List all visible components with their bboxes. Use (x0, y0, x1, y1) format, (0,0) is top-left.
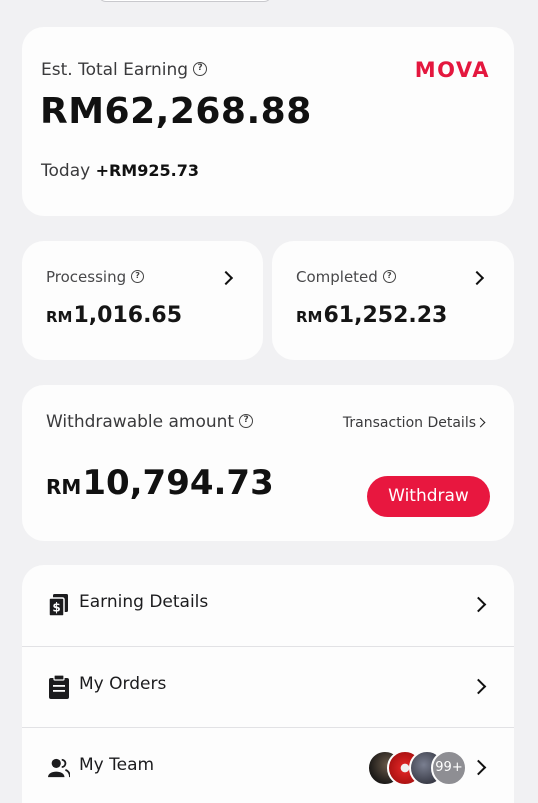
total-earning-heading: Est. Total Earning? (41, 60, 208, 80)
menu-item-my-team[interactable]: My Team 99+ (22, 727, 514, 803)
svg-text:$: $ (52, 601, 60, 615)
help-icon[interactable]: ? (382, 270, 396, 283)
top-bar-partial (0, 0, 538, 2)
search-input-partial[interactable] (98, 0, 272, 2)
chevron-right-icon (470, 596, 487, 613)
menu-item-earning-details[interactable]: $ Earning Details (22, 565, 514, 646)
chevron-right-icon[interactable] (218, 270, 234, 286)
team-count-badge: 99+ (431, 750, 467, 786)
withdraw-button[interactable]: Withdraw (367, 476, 490, 517)
menu-list: $ Earning Details My Orders My Team 99+ (22, 565, 514, 803)
team-icon (48, 758, 70, 778)
menu-item-label: My Orders (79, 674, 167, 694)
team-avatars[interactable]: 99+ (367, 750, 467, 786)
dollar-note-icon: $ (48, 594, 68, 617)
today-earning-value: +RM925.73 (95, 161, 199, 180)
menu-item-label: Earning Details (79, 592, 209, 612)
processing-card[interactable]: Processing? RM1,016.65 (22, 241, 263, 360)
withdrawable-amount: RM10,794.73 (46, 463, 274, 503)
processing-heading: Processing? (46, 268, 145, 286)
completed-heading: Completed? (296, 268, 396, 286)
help-icon[interactable]: ? (131, 270, 145, 283)
total-earning-card: Est. Total Earning? MOVA RM62,268.88 Tod… (22, 27, 514, 216)
today-earning: Today +RM925.73 (41, 161, 199, 181)
help-icon[interactable]: ? (239, 414, 254, 428)
completed-card[interactable]: Completed? RM61,252.23 (272, 241, 514, 360)
withdrawable-card: Withdrawable amount? Transaction Details… (22, 385, 514, 541)
brand-logo: MOVA (414, 58, 490, 82)
completed-amount: RM61,252.23 (296, 303, 448, 328)
processing-amount: RM1,016.65 (46, 303, 183, 328)
menu-item-my-orders[interactable]: My Orders (22, 646, 514, 727)
chevron-right-icon[interactable] (469, 270, 485, 286)
total-earning-amount: RM62,268.88 (40, 91, 312, 132)
menu-item-label: My Team (79, 755, 155, 775)
transaction-details-link[interactable]: Transaction Details (343, 415, 476, 431)
withdrawable-heading: Withdrawable amount? (46, 412, 254, 432)
clipboard-icon (49, 675, 69, 699)
chevron-right-icon (470, 678, 487, 695)
chevron-right-icon (470, 759, 487, 776)
help-icon[interactable]: ? (193, 62, 208, 76)
chevron-right-icon[interactable] (475, 417, 486, 428)
